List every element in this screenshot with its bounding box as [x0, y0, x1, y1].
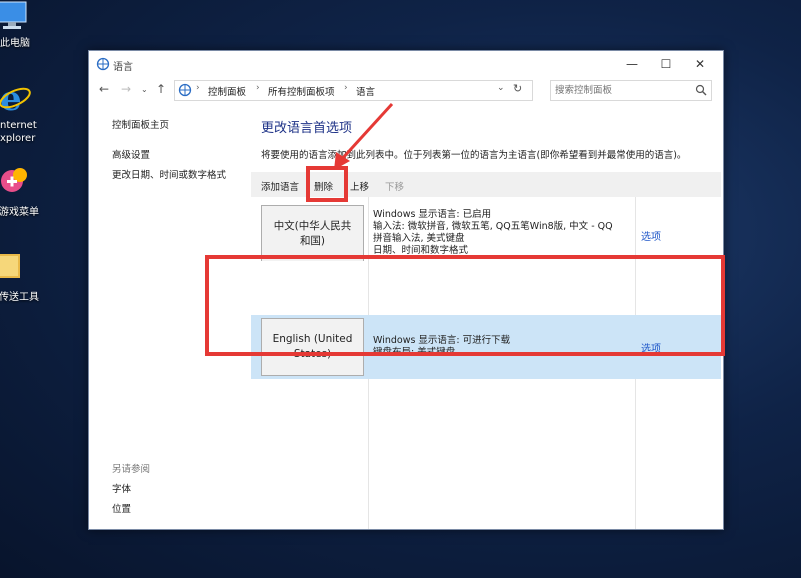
minimize-button[interactable]: — — [615, 51, 649, 77]
breadcrumb-control-panel[interactable]: 控制面板 — [208, 84, 246, 98]
language-name-box[interactable]: 中文(中华人民共 和国) — [261, 205, 364, 261]
game-menu-icon — [1, 168, 27, 192]
desktop-icon-label: 传送工具 — [0, 292, 39, 303]
page-description: 将要使用的语言添加到此列表中。位于列表第一位的语言为主语言(即你希望看到并最常使… — [261, 150, 687, 161]
info-line: 输入法: 微软拼音, 微软五笔, QQ五笔Win8版, 中文 - QQ — [373, 221, 613, 232]
recent-locations-icon[interactable]: ⌄ — [141, 85, 148, 94]
computer-icon — [0, 1, 27, 29]
desktop-icon-label: xplorer — [0, 133, 36, 144]
close-button[interactable]: ✕ — [683, 51, 717, 77]
see-also-location[interactable]: 位置 — [112, 501, 131, 515]
annotation-highlight-remove — [306, 166, 348, 202]
desktop-icon-game-menu[interactable]: 游戏菜单 — [0, 165, 46, 218]
language-icon — [96, 57, 110, 71]
desktop-icon-internet-explorer[interactable]: e nternet xplorer — [0, 80, 46, 150]
up-arrow-icon[interactable]: ↑ — [156, 82, 166, 96]
page-title: 更改语言首选项 — [261, 121, 353, 136]
breadcrumb-separator-icon: › — [344, 83, 348, 93]
desktop-icon-label: 游戏菜单 — [0, 207, 39, 218]
language-info: Windows 显示语言: 已启用 输入法: 微软拼音, 微软五笔, QQ五笔W… — [373, 209, 613, 257]
options-link[interactable]: 选项 — [641, 228, 661, 243]
language-name-line: 和国) — [299, 235, 326, 247]
title-bar[interactable]: 语言 — ☐ ✕ — [89, 51, 723, 77]
search-box[interactable] — [550, 80, 712, 101]
sidebar-link-home[interactable]: 控制面板主页 — [112, 117, 169, 131]
refresh-icon[interactable]: ↻ — [513, 82, 522, 95]
back-arrow-icon[interactable]: ← — [99, 82, 109, 96]
annotation-highlight-english — [205, 255, 725, 356]
forward-arrow-icon[interactable]: → — [121, 82, 131, 96]
search-input[interactable] — [555, 83, 685, 97]
address-row: ← → ⌄ ↑ › 控制面板 › 所有控制面板项 › 语言 ⌄ ↻ — [89, 77, 723, 103]
breadcrumb-separator-icon: › — [196, 83, 200, 93]
breadcrumb-all-items[interactable]: 所有控制面板项 — [268, 84, 335, 98]
desktop-icon-label: nternet — [0, 120, 37, 131]
address-bar[interactable]: › 控制面板 › 所有控制面板项 › 语言 ⌄ ↻ — [174, 80, 533, 101]
address-dropdown-icon[interactable]: ⌄ — [497, 83, 505, 93]
see-also-fonts[interactable]: 字体 — [112, 481, 131, 495]
sidebar-link-date-time[interactable]: 更改日期、时间或数字格式 — [112, 167, 226, 181]
desktop-icon-label: 此电脑 — [0, 38, 30, 49]
move-down-button[interactable]: 下移 — [385, 179, 404, 193]
desktop-icon-transfer-tool[interactable]: 传送工具 — [0, 250, 46, 303]
folder-icon — [0, 254, 20, 278]
desktop-icon-this-pc[interactable]: 此电脑 — [0, 0, 46, 50]
info-line: 拼音输入法, 美式键盘 — [373, 233, 465, 244]
search-icon[interactable] — [695, 84, 707, 96]
window-title: 语言 — [113, 62, 133, 73]
see-also-heading: 另请参阅 — [112, 464, 151, 475]
breadcrumb-language[interactable]: 语言 — [356, 84, 375, 98]
sidebar-link-advanced[interactable]: 高级设置 — [112, 147, 150, 161]
move-up-button[interactable]: 上移 — [350, 179, 369, 193]
language-list: 中文(中华人民共 和国) Windows 显示语言: 已启用 输入法: 微软拼音… — [251, 197, 721, 529]
control-panel-icon — [178, 83, 192, 97]
info-line: Windows 显示语言: 已启用 — [373, 209, 492, 220]
language-name-line: 中文(中华人民共 — [273, 220, 352, 232]
language-row-chinese[interactable]: 中文(中华人民共 和国) Windows 显示语言: 已启用 输入法: 微软拼音… — [251, 197, 721, 261]
add-language-button[interactable]: 添加语言 — [261, 179, 299, 193]
breadcrumb-separator-icon: › — [256, 83, 260, 93]
internet-explorer-icon: e — [0, 80, 31, 114]
maximize-button[interactable]: ☐ — [649, 51, 683, 77]
